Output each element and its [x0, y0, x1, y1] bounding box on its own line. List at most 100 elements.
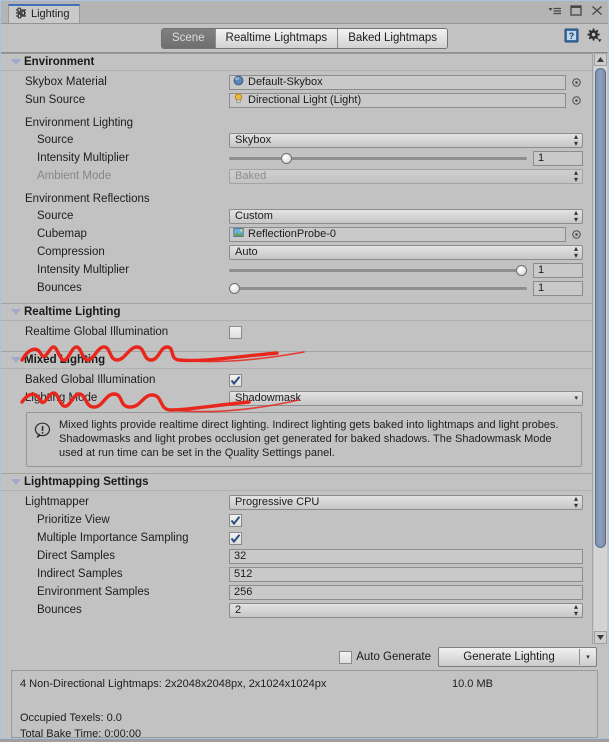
refl-intensity-slider[interactable]: [229, 263, 527, 278]
object-picker-icon[interactable]: [570, 230, 583, 239]
updown-arrows-icon: ▴▾: [574, 209, 578, 223]
gear-icon[interactable]: [587, 28, 602, 46]
sun-source-field[interactable]: Directional Light (Light): [229, 93, 566, 108]
refl-cubemap-field[interactable]: ReflectionProbe-0: [229, 227, 566, 242]
row-refl-cubemap: Cubemap ReflectionProbe-0: [1, 225, 592, 243]
refl-bounces-slider[interactable]: [229, 281, 527, 296]
refl-bounces-value[interactable]: 1: [533, 281, 583, 296]
environment-samples-input[interactable]: 256: [229, 585, 583, 600]
refl-compression-dropdown[interactable]: Auto ▴▾: [229, 245, 583, 260]
row-multiple-importance-sampling: Multiple Importance Sampling: [1, 529, 592, 547]
env-lighting-source-value: Skybox: [235, 134, 271, 146]
stats-size: 10.0 MB: [452, 676, 493, 692]
slider-handle[interactable]: [281, 153, 292, 164]
lighting-settings-icon: [15, 7, 27, 22]
svg-text:?: ?: [569, 31, 575, 41]
slider-track: [229, 287, 527, 290]
row-ambient-mode: Ambient Mode Baked ▴▾: [1, 167, 592, 185]
multiple-importance-sampling-checkbox[interactable]: [229, 532, 242, 545]
section-environment-header[interactable]: Environment: [1, 53, 592, 71]
generate-lighting-button[interactable]: Generate Lighting ▾: [438, 647, 597, 667]
lightmap-bounces-label: Bounces: [13, 604, 82, 616]
direct-samples-input[interactable]: 32: [229, 549, 583, 564]
row-prioritize-view: Prioritize View: [1, 511, 592, 529]
lightmap-bounces-dropdown[interactable]: 2 ▴▾: [229, 603, 583, 618]
row-direct-samples: Direct Samples 32: [1, 547, 592, 565]
row-realtime-global-illumination: Realtime Global Illumination: [1, 323, 592, 341]
mode-tab-group: Scene Realtime Lightmaps Baked Lightmaps: [162, 29, 447, 48]
lighting-mode-dropdown[interactable]: Shadowmask ▾: [229, 391, 583, 406]
window-titlebar: Lighting: [1, 1, 608, 24]
skybox-material-field[interactable]: Default-Skybox: [229, 75, 566, 90]
window-body: Environment Skybox Material Default-Skyb…: [1, 53, 608, 644]
row-env-lighting-intensity: Intensity Multiplier 1: [1, 149, 592, 167]
row-lighting-mode: Lighting Mode Shadowmask ▾: [1, 389, 592, 407]
object-picker-icon[interactable]: [570, 96, 583, 105]
refl-bounces-label: Bounces: [13, 282, 82, 294]
window-menu-icon[interactable]: [548, 4, 562, 17]
refl-intensity-value[interactable]: 1: [533, 263, 583, 278]
section-realtime-lighting-rows: Realtime Global Illumination: [1, 321, 592, 351]
auto-generate-checkbox[interactable]: [339, 651, 352, 664]
row-baked-global-illumination: Baked Global Illumination: [1, 371, 592, 389]
row-skybox-material: Skybox Material Default-Skybox: [1, 73, 592, 91]
generate-row: Auto Generate Generate Lighting ▾: [1, 644, 608, 670]
vertical-scrollbar[interactable]: [592, 53, 608, 644]
updown-arrows-icon: ▴▾: [574, 133, 578, 147]
foldout-triangle-icon: [11, 357, 21, 363]
stats-total-bake-time: Total Bake Time: 0:00:00: [20, 726, 589, 742]
caret-up-icon[interactable]: [594, 53, 607, 66]
scrollbar-track[interactable]: [594, 66, 607, 631]
tab-realtime-lightmaps[interactable]: Realtime Lightmaps: [216, 29, 339, 48]
lighting-window: Lighting: [0, 0, 609, 739]
row-refl-source: Source Custom ▴▾: [1, 207, 592, 225]
tab-lighting-label: Lighting: [31, 5, 70, 24]
tab-scene[interactable]: Scene: [162, 29, 216, 48]
indirect-samples-input[interactable]: 512: [229, 567, 583, 582]
env-lighting-intensity-slider[interactable]: [229, 151, 527, 166]
foldout-triangle-icon: [11, 59, 21, 65]
material-sphere-icon: [233, 75, 244, 89]
refl-intensity-label: Intensity Multiplier: [13, 264, 129, 276]
help-book-icon[interactable]: ?: [564, 28, 579, 46]
maximize-icon[interactable]: [569, 4, 583, 17]
refl-source-dropdown[interactable]: Custom ▴▾: [229, 209, 583, 224]
realtime-gi-checkbox[interactable]: [229, 326, 242, 339]
tab-baked-lightmaps[interactable]: Baked Lightmaps: [338, 29, 447, 48]
checkmark-icon: [230, 515, 241, 526]
lightmapper-value: Progressive CPU: [235, 496, 319, 508]
window-controls: [548, 4, 604, 17]
caret-down-icon[interactable]: [594, 631, 607, 644]
sun-source-value: Directional Light (Light): [248, 94, 361, 106]
section-mixed-lighting-header[interactable]: Mixed Lighting: [1, 351, 592, 369]
multiple-importance-sampling-label: Multiple Importance Sampling: [13, 532, 189, 544]
section-lightmapping-settings-header[interactable]: Lightmapping Settings: [1, 473, 592, 491]
chevron-down-icon[interactable]: ▾: [580, 653, 596, 661]
checkmark-icon: [230, 533, 241, 544]
prioritize-view-checkbox[interactable]: [229, 514, 242, 527]
ambient-mode-value: Baked: [235, 170, 266, 182]
updown-arrows-icon: ▴▾: [574, 245, 578, 259]
env-lighting-intensity-value[interactable]: 1: [533, 151, 583, 166]
environment-reflections-group-label: Environment Reflections: [1, 185, 592, 207]
section-realtime-lighting-title: Realtime Lighting: [24, 306, 120, 318]
slider-track: [229, 269, 527, 272]
section-realtime-lighting-header[interactable]: Realtime Lighting: [1, 303, 592, 321]
object-picker-icon[interactable]: [570, 78, 583, 87]
realtime-gi-label: Realtime Global Illumination: [13, 326, 168, 338]
prioritize-view-label: Prioritize View: [13, 514, 110, 526]
lightmapper-dropdown[interactable]: Progressive CPU ▴▾: [229, 495, 583, 510]
refl-compression-value: Auto: [235, 246, 258, 258]
env-lighting-source-dropdown[interactable]: Skybox ▴▾: [229, 133, 583, 148]
light-bulb-icon: [233, 93, 244, 107]
slider-handle[interactable]: [229, 283, 240, 294]
indirect-samples-label: Indirect Samples: [13, 568, 123, 580]
slider-handle[interactable]: [516, 265, 527, 276]
row-env-lighting-source: Source Skybox ▴▾: [1, 131, 592, 149]
env-lighting-intensity-label: Intensity Multiplier: [13, 152, 129, 164]
tab-lighting[interactable]: Lighting: [8, 4, 80, 23]
baked-gi-checkbox[interactable]: [229, 374, 242, 387]
lighting-mode-value: Shadowmask: [235, 392, 301, 404]
scrollbar-thumb[interactable]: [595, 68, 606, 548]
close-icon[interactable]: [590, 4, 604, 17]
